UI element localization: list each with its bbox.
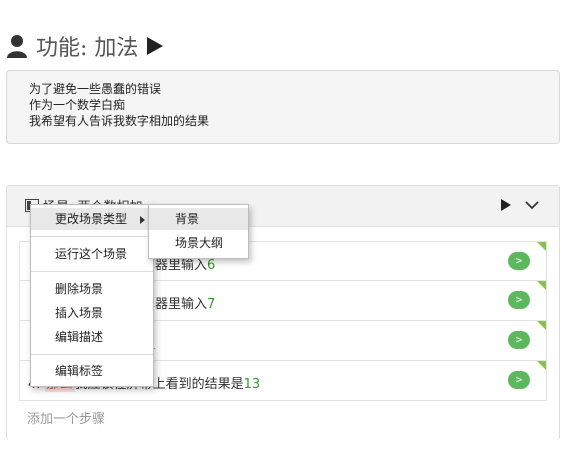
description-line: 我希望有人告诉我数字相加的结果 bbox=[29, 114, 210, 128]
step-argument[interactable]: 13 bbox=[244, 377, 261, 392]
run-step-button[interactable]: > bbox=[508, 291, 530, 309]
scenario-context-menu: 更改场景类型 运行这个场景 删除场景 插入场景 编辑描述 编辑标签 bbox=[30, 204, 154, 387]
submenu-item-background[interactable]: 背景 bbox=[149, 208, 248, 230]
step-argument[interactable]: 7 bbox=[207, 297, 215, 312]
menu-divider bbox=[31, 354, 153, 355]
menu-divider bbox=[31, 236, 153, 237]
menu-item-change-scenario-type[interactable]: 更改场景类型 bbox=[31, 208, 153, 230]
menu-item-run-scenario[interactable]: 运行这个场景 bbox=[31, 243, 153, 265]
step-status-marker bbox=[537, 281, 546, 290]
menu-item-edit-description[interactable]: 编辑描述 bbox=[31, 326, 153, 348]
user-icon bbox=[7, 35, 27, 58]
feature-title-text: 功能: 加法 bbox=[36, 36, 139, 61]
chevron-down-icon[interactable] bbox=[525, 199, 539, 211]
run-step-button[interactable]: > bbox=[508, 252, 530, 270]
submenu-item-scenario-outline[interactable]: 场景大纲 bbox=[149, 232, 248, 254]
play-feature-icon[interactable] bbox=[146, 36, 164, 56]
menu-item-label: 更改场景类型 bbox=[55, 212, 128, 226]
menu-item-edit-tags[interactable]: 编辑标签 bbox=[31, 360, 153, 382]
step-status-marker bbox=[537, 242, 546, 251]
description-line: 作为一个数学白痴 bbox=[29, 98, 126, 112]
feature-title: 功能: 加法 bbox=[6, 30, 164, 62]
feature-description[interactable]: 为了避免一些愚蠢的错误 作为一个数学白痴 我希望有人告诉我数字相加的结果 bbox=[6, 70, 560, 144]
run-step-button[interactable]: > bbox=[508, 371, 530, 389]
step-argument[interactable]: 6 bbox=[207, 258, 215, 273]
step-status-marker bbox=[537, 361, 546, 370]
menu-divider bbox=[31, 271, 153, 272]
run-step-button[interactable]: > bbox=[508, 331, 530, 349]
run-scenario-icon[interactable] bbox=[500, 198, 512, 212]
menu-item-delete-scenario[interactable]: 删除场景 bbox=[31, 278, 153, 300]
scenario-type-submenu: 背景 场景大纲 bbox=[148, 204, 249, 259]
description-line: 为了避免一些愚蠢的错误 bbox=[29, 82, 162, 96]
submenu-arrow-icon bbox=[140, 216, 145, 224]
menu-item-insert-scenario[interactable]: 插入场景 bbox=[31, 302, 153, 324]
step-status-marker bbox=[537, 321, 546, 330]
add-step-link[interactable]: 添加一个步骤 bbox=[27, 408, 105, 427]
